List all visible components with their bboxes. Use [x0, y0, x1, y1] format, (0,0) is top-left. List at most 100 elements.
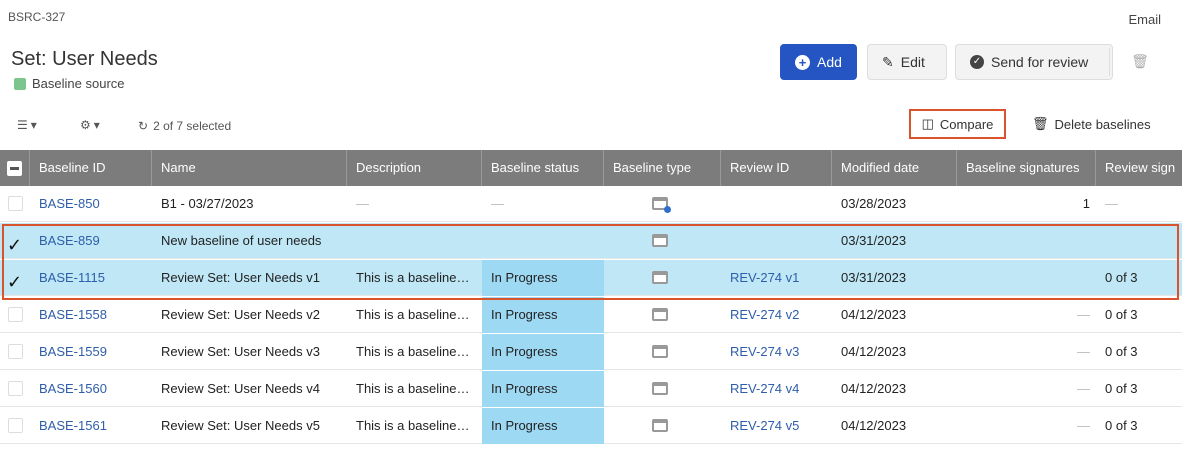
baseline-status: In Progress — [482, 334, 604, 370]
page-title: Set: User Needs — [11, 48, 158, 70]
baseline-signatures: — — [1077, 418, 1090, 433]
database-icon — [14, 77, 26, 90]
review-id-link[interactable]: REV-274 v2 — [721, 297, 832, 333]
table-row[interactable]: BASE-1559 Review Set: User Needs v3 This i… — [0, 334, 1182, 370]
modified-date: 03/31/2023 — [841, 233, 907, 248]
row-checkbox-cell[interactable] — [0, 260, 30, 296]
baseline-name: Review Set: User Needs v1 — [161, 270, 320, 285]
baseline-signatures: — — [1077, 381, 1090, 396]
baseline-source-icon — [652, 197, 671, 213]
checked-icon[interactable] — [7, 265, 23, 296]
refresh-icon[interactable]: ↻ — [138, 119, 148, 133]
table-row[interactable]: BASE-1560 Review Set: User Needs v4 This i… — [0, 371, 1182, 407]
row-checkbox-cell[interactable] — [0, 297, 30, 333]
subtitle-text: Baseline source — [32, 76, 125, 91]
baseline-name: Review Set: User Needs v5 — [161, 418, 320, 433]
baseline-icon — [652, 419, 668, 432]
row-checkbox[interactable] — [8, 381, 23, 396]
columns-menu-button[interactable]: ☰ ▾ — [17, 118, 37, 132]
review-signatures: 0 of 3 — [1105, 307, 1138, 322]
add-button[interactable]: + Add — [780, 44, 857, 80]
row-checkbox-cell[interactable] — [0, 186, 30, 222]
row-checkbox[interactable] — [8, 307, 23, 322]
baseline-type-cell — [604, 223, 721, 259]
baseline-icon — [652, 271, 668, 284]
settings-menu-button[interactable]: ⚙ ▾ — [80, 118, 100, 132]
baseline-description: This is a baseline… — [356, 418, 470, 433]
chevron-down-icon: ▾ — [30, 118, 37, 132]
compare-label: Compare — [939, 116, 994, 132]
baseline-signatures: — — [1077, 307, 1090, 322]
col-baseline-id[interactable]: Baseline ID — [30, 150, 152, 186]
select-all-checkbox[interactable] — [0, 150, 30, 186]
modified-date: 04/12/2023 — [841, 344, 907, 359]
col-baseline-signatures[interactable]: Baseline signatures — [957, 150, 1096, 186]
row-checkbox[interactable] — [8, 418, 23, 433]
table-row[interactable]: BASE-1561 Review Set: User Needs v5 This i… — [0, 408, 1182, 444]
edit-label: Edit — [900, 54, 925, 70]
user-menu[interactable]: Email — [1128, 12, 1161, 27]
review-id-link[interactable]: REV-274 v5 — [721, 408, 832, 444]
baseline-id-link[interactable]: BASE-850 — [30, 186, 152, 222]
baseline-type-cell — [604, 334, 721, 370]
compare-button[interactable]: ◫ Compare — [909, 109, 1006, 139]
col-modified-date[interactable]: Modified date — [832, 150, 957, 186]
send-for-review-label: Send for review — [991, 54, 1089, 70]
row-checkbox[interactable] — [8, 196, 23, 211]
col-baseline-type[interactable]: Baseline type — [604, 150, 721, 186]
baseline-type-cell — [604, 371, 721, 407]
col-name[interactable]: Name — [152, 150, 347, 186]
baseline-description: This is a baseline… — [356, 344, 470, 359]
send-for-review-button[interactable]: ✓ Send for review — [955, 44, 1113, 80]
review-id-link[interactable] — [721, 186, 832, 222]
col-baseline-status[interactable]: Baseline status — [482, 150, 604, 186]
edit-button[interactable]: ✎ Edit — [867, 44, 947, 80]
review-signatures — [1096, 223, 1182, 259]
review-id-link[interactable] — [721, 223, 832, 259]
col-review-signatures[interactable]: Review sign — [1096, 150, 1182, 186]
baseline-description: — — [356, 196, 369, 211]
table-row[interactable]: BASE-1115 Review Set: User Needs v1 This i… — [0, 260, 1182, 296]
checked-icon[interactable] — [7, 228, 23, 259]
selection-text: 2 of 7 selected — [153, 119, 232, 133]
delete-baselines-button[interactable]: 🗑 Delete baselines — [1032, 116, 1151, 132]
page-subtitle: Baseline source — [14, 76, 125, 91]
row-checkbox[interactable] — [8, 344, 23, 359]
row-checkbox-cell[interactable] — [0, 371, 30, 407]
table-row[interactable]: BASE-859 New baseline of user needs 03/31/… — [0, 223, 1182, 259]
baseline-signatures: — — [1077, 344, 1090, 359]
baseline-description: This is a baseline… — [356, 270, 470, 285]
baseline-type-cell — [604, 186, 721, 222]
trash-icon[interactable]: 🗑 — [1131, 53, 1149, 71]
col-review-id[interactable]: Review ID — [721, 150, 832, 186]
baseline-id-link[interactable]: BASE-1559 — [30, 334, 152, 370]
review-id-link[interactable]: REV-274 v3 — [721, 334, 832, 370]
baseline-status: In Progress — [482, 260, 604, 296]
table-row[interactable]: BASE-850 B1 - 03/27/2023 — — 03/28/2023 1 — — [0, 186, 1182, 222]
pencil-icon: ✎ — [882, 53, 894, 70]
baseline-type-cell — [604, 297, 721, 333]
col-description[interactable]: Description — [347, 150, 482, 186]
row-checkbox-cell[interactable] — [0, 334, 30, 370]
baseline-name: B1 - 03/27/2023 — [161, 196, 254, 211]
baseline-id-link[interactable]: BASE-859 — [30, 223, 152, 259]
baseline-type-cell — [604, 408, 721, 444]
baseline-id-link[interactable]: BASE-1115 — [30, 260, 152, 296]
baseline-id-link[interactable]: BASE-1558 — [30, 297, 152, 333]
baseline-name: New baseline of user needs — [161, 233, 322, 248]
baseline-signatures — [957, 260, 1096, 296]
baseline-description: This is a baseline… — [356, 381, 470, 396]
baseline-signatures — [957, 223, 1096, 259]
baseline-status: In Progress — [482, 297, 604, 333]
baseline-id-link[interactable]: BASE-1560 — [30, 371, 152, 407]
row-checkbox-cell[interactable] — [0, 408, 30, 444]
baseline-id-link[interactable]: BASE-1561 — [30, 408, 152, 444]
baseline-type-cell — [604, 260, 721, 296]
trash-icon: 🗑 — [1032, 116, 1049, 131]
table-row[interactable]: BASE-1558 Review Set: User Needs v2 This i… — [0, 297, 1182, 333]
review-id-link[interactable]: REV-274 v4 — [721, 371, 832, 407]
review-id-link[interactable]: REV-274 v1 — [721, 260, 832, 296]
row-checkbox-cell[interactable] — [0, 223, 30, 259]
review-signatures: — — [1105, 196, 1118, 211]
baseline-description: This is a baseline… — [356, 307, 470, 322]
